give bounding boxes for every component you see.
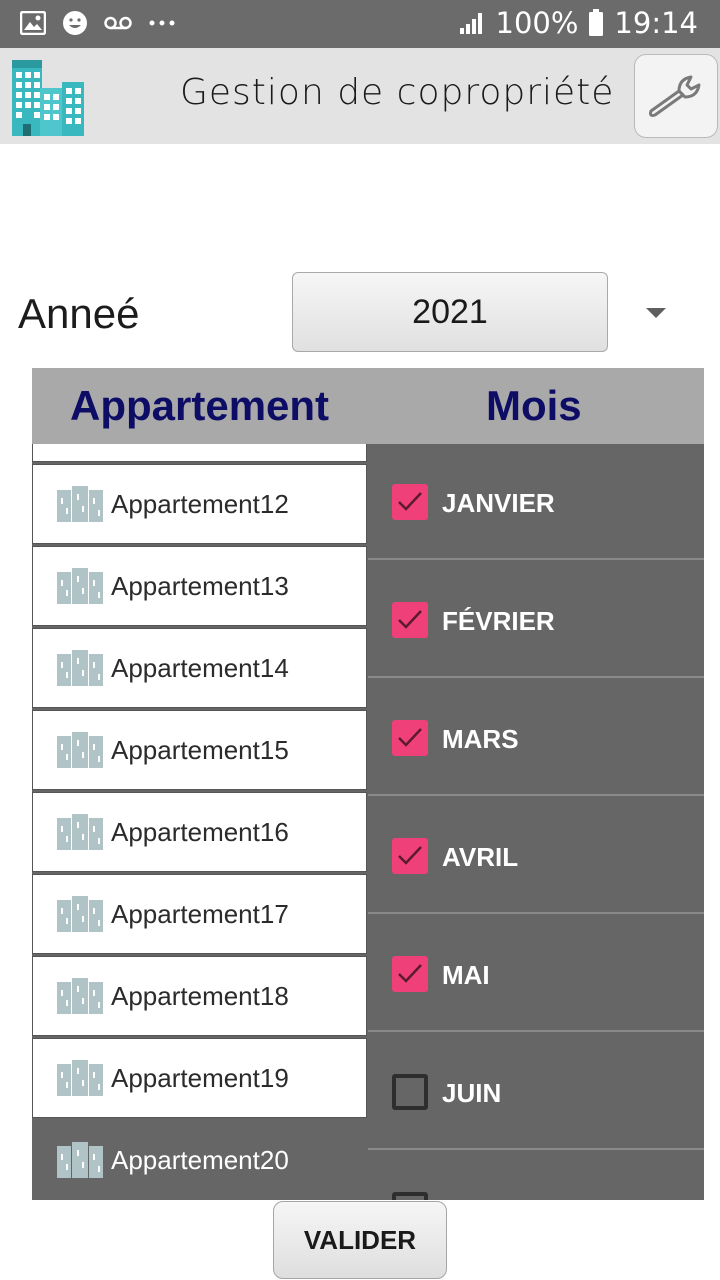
clock: 19:14 (614, 6, 698, 40)
battery-percent: 100% (495, 6, 579, 40)
apartment-name: Appartement13 (111, 570, 289, 601)
apartment-name: Appartement16 (111, 816, 289, 847)
month-row[interactable]: MAI (368, 916, 704, 1032)
month-list[interactable]: JANVIER FÉVRIER MARS AVRIL MAI JUIN (368, 444, 704, 1200)
list-item-partial[interactable] (32, 444, 367, 462)
checkbox-checked[interactable] (392, 720, 428, 756)
buildings-icon (12, 60, 84, 136)
apartment-name: Appartement17 (111, 898, 289, 929)
month-label: FÉVRIER (442, 606, 555, 636)
year-value: 2021 (412, 292, 488, 331)
checkbox-checked[interactable] (392, 956, 428, 992)
month-row[interactable]: JUIN (368, 1034, 704, 1150)
apartment-name: Appartement14 (111, 652, 289, 683)
list-item-apartment[interactable]: Appartement15 (32, 710, 367, 790)
status-right: 100% 19:14 (458, 6, 698, 40)
building-icon (57, 1060, 103, 1096)
status-left-icons (20, 10, 176, 36)
battery-icon (589, 9, 604, 36)
apartment-name: Appartement15 (111, 734, 289, 765)
list-item-apartment[interactable]: Appartement18 (32, 956, 367, 1036)
list-item-apartment[interactable]: Appartement16 (32, 792, 367, 872)
list-item-apartment[interactable]: Appartement12 (32, 464, 367, 544)
list-item-apartment[interactable]: Appartement14 (32, 628, 367, 708)
apartment-name: Appartement18 (111, 980, 289, 1011)
building-icon (57, 814, 103, 850)
month-row[interactable]: FÉVRIER (368, 562, 704, 678)
wrench-icon (649, 75, 701, 117)
more-dots-icon (149, 20, 175, 26)
building-icon (57, 978, 103, 1014)
building-icon (57, 1142, 103, 1178)
voicemail-icon (104, 16, 132, 30)
apartment-name: Appartement20 (111, 1144, 289, 1175)
list-item-apartment[interactable]: Appartement19 (32, 1038, 367, 1118)
column-header-apartment: Appartement (70, 382, 330, 429)
checkbox-unchecked[interactable] (392, 1074, 428, 1110)
check-icon (398, 728, 422, 747)
checkbox-checked[interactable] (392, 484, 428, 520)
checkbox-checked[interactable] (392, 602, 428, 638)
status-bar: 100% 19:14 (0, 0, 720, 48)
app-bar: Gestion de copropriété (0, 48, 720, 144)
month-row[interactable]: AVRIL (368, 798, 704, 914)
building-icon (57, 486, 103, 522)
apartment-list[interactable]: Appartement12 Appartement13 Appartement1… (32, 444, 368, 1200)
building-icon (57, 568, 103, 604)
settings-button[interactable] (634, 54, 718, 138)
month-label: AVRIL (442, 842, 519, 872)
month-label: JANVIER (442, 488, 555, 518)
month-label: MARS (442, 724, 519, 754)
month-row[interactable]: MARS (368, 680, 704, 796)
check-icon (398, 492, 422, 511)
check-icon (398, 964, 422, 983)
building-icon (57, 896, 103, 932)
image-icon (20, 11, 46, 35)
check-icon (398, 610, 422, 629)
apartment-name: Appartement19 (111, 1062, 289, 1093)
app-title: Gestion de copropriété (180, 72, 615, 113)
building-icon (57, 650, 103, 686)
list-item-apartment[interactable]: Appartement17 (32, 874, 367, 954)
table-header: Appartement Mois (32, 368, 704, 444)
face-icon (63, 11, 87, 35)
list-item-apartment[interactable]: Appartement13 (32, 546, 367, 626)
column-header-month: Mois (486, 382, 582, 429)
signal-icon (459, 13, 482, 34)
list-item-apartment-selected[interactable]: Appartement20 (32, 1120, 367, 1200)
year-dropdown[interactable]: 2021 (292, 272, 608, 352)
checkbox-checked[interactable] (392, 838, 428, 874)
check-icon (398, 846, 422, 865)
building-icon (57, 732, 103, 768)
checkbox-unchecked[interactable] (392, 1192, 428, 1200)
month-row[interactable]: JANVIER (368, 444, 704, 560)
month-label: MAI (442, 960, 490, 990)
apartment-name: Appartement12 (111, 488, 289, 519)
month-row[interactable] (368, 1152, 704, 1200)
dropdown-caret-icon[interactable] (646, 308, 666, 318)
valider-button[interactable]: VALIDER (273, 1201, 447, 1279)
year-label: Anneé (18, 290, 140, 337)
month-label: JUIN (442, 1078, 502, 1108)
